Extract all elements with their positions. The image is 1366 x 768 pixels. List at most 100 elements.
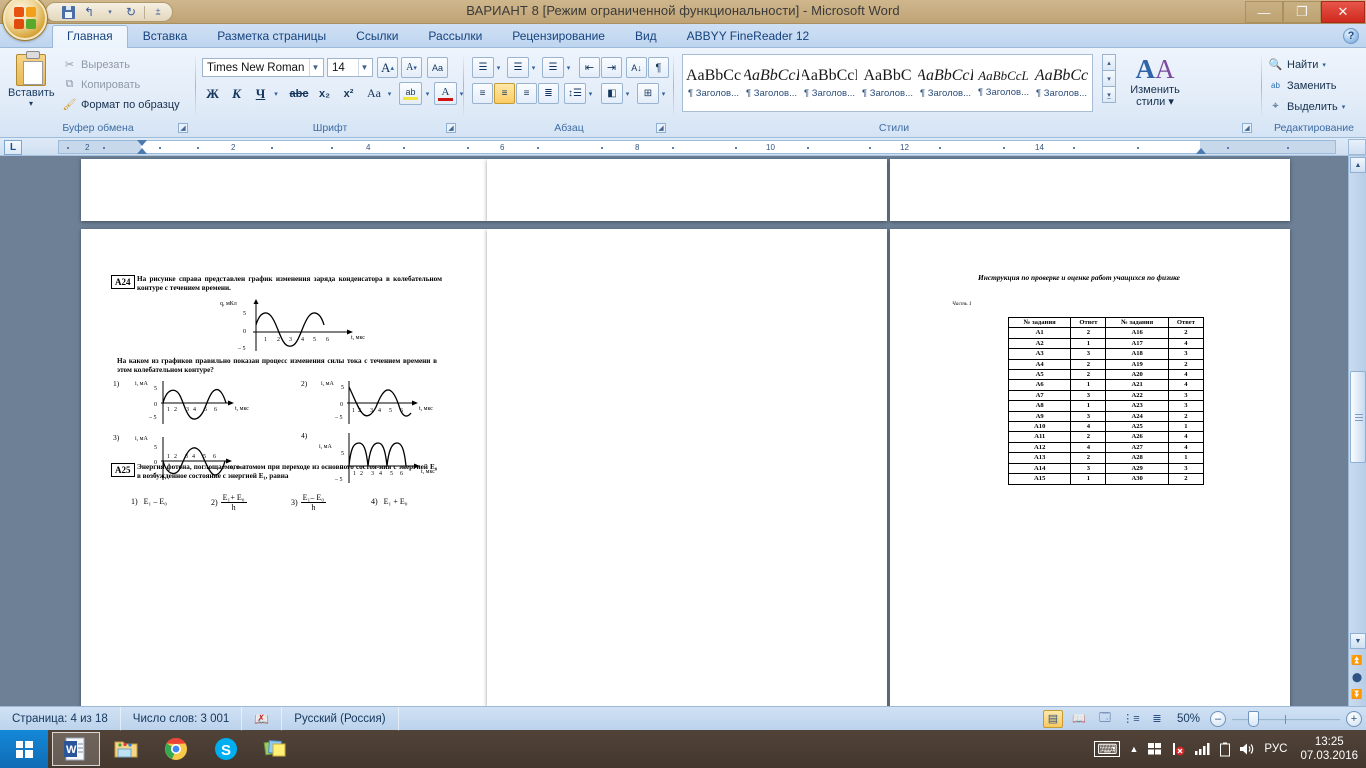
tab-mailings[interactable]: Рассылки (413, 25, 497, 48)
a24-option-2[interactable]: 2) i, мА t, мкс 5 0 – 5 12 3 4 5 6 (301, 379, 471, 431)
borders-button[interactable]: ⊞ (637, 83, 659, 104)
bold-button[interactable]: Ж (202, 83, 223, 104)
paste-button[interactable]: Вставить ▾ (8, 51, 55, 108)
bullets-button[interactable]: ☰ (472, 57, 494, 78)
font-dialog-launcher[interactable]: ◢ (446, 123, 456, 133)
replace-button[interactable]: ab Заменить (1268, 78, 1336, 93)
justify-button[interactable]: ≣ (538, 83, 559, 104)
tab-stop-selector[interactable]: L (4, 140, 22, 155)
numbering-button[interactable]: ☰ (507, 57, 529, 78)
find-button[interactable]: 🔍 Найти ▾ (1268, 57, 1326, 72)
show-formatting-marks-button[interactable]: ¶ (648, 57, 669, 78)
clock[interactable]: 13:25 07.03.2016 (1296, 735, 1358, 763)
chevron-down-icon[interactable]: ▼ (358, 59, 370, 76)
a25-option-4[interactable]: 4) E₁ + E₀ (371, 497, 408, 506)
underline-button[interactable]: Ч (250, 83, 271, 104)
proofing-status[interactable]: 📖 ✗ (242, 706, 283, 731)
view-web-layout[interactable]: 🗔 (1095, 710, 1115, 728)
text-highlight-button[interactable]: ab (399, 82, 422, 105)
style-item[interactable]: AaBbCcI ¶ Заголов... (743, 57, 800, 109)
line-spacing-dropdown[interactable]: ▾ (585, 83, 596, 104)
a24-option-1[interactable]: 1) i, мА t, мкс 5 0 – 5 12 3 4 5 6 (113, 379, 283, 431)
network-error-icon[interactable] (1171, 742, 1186, 756)
first-line-indent-marker[interactable] (137, 140, 147, 146)
bullets-dropdown[interactable]: ▾ (493, 57, 504, 78)
shading-button[interactable]: ◧ (601, 83, 623, 104)
shrink-font-button[interactable]: A ▾ (401, 57, 422, 78)
tab-view[interactable]: Вид (620, 25, 672, 48)
tab-abbyy-finereader[interactable]: ABBYY FineReader 12 (672, 25, 825, 48)
undo-icon[interactable]: ↰ (81, 4, 97, 20)
zoom-out-button[interactable]: – (1210, 710, 1226, 727)
redo-icon[interactable]: ↻ (123, 4, 139, 20)
tab-references[interactable]: Ссылки (341, 25, 413, 48)
view-outline[interactable]: ⋮≡ (1121, 710, 1141, 728)
grow-font-button[interactable]: A ▴ (377, 57, 398, 78)
document-page-right[interactable]: Инструкция по проверке и оценке работ уч… (890, 229, 1290, 706)
document-page-middle[interactable] (487, 229, 887, 706)
strikethrough-button[interactable]: abc (286, 83, 312, 104)
close-button[interactable]: ✕ (1321, 1, 1365, 23)
zoom-in-button[interactable]: + (1346, 710, 1362, 727)
align-right-button[interactable]: ≡ (516, 83, 537, 104)
cut-button[interactable]: ✂ Вырезать (62, 57, 130, 72)
zoom-slider[interactable] (1232, 710, 1340, 727)
taskbar-sticky-notes[interactable] (252, 732, 300, 766)
style-item[interactable]: AaBbCcL ¶ Заголов... (975, 57, 1032, 109)
line-spacing-button[interactable]: ↕☰ (564, 83, 586, 104)
select-dropdown-icon[interactable]: ▾ (1342, 103, 1346, 111)
horizontal-ruler[interactable]: 2 2 4 6 8 10 12 14 (58, 140, 1336, 154)
taskbar-chrome[interactable] (152, 732, 200, 766)
find-dropdown-icon[interactable]: ▾ (1322, 61, 1326, 69)
increase-indent-button[interactable]: ⇥ (601, 57, 622, 78)
keyboard-icon[interactable]: ⌨ (1094, 741, 1121, 757)
font-color-button[interactable]: A (434, 82, 457, 105)
clipboard-dialog-launcher[interactable]: ◢ (178, 123, 188, 133)
split-window-button[interactable] (1348, 139, 1366, 155)
view-draft[interactable]: ≣ (1147, 710, 1167, 728)
multilevel-list-button[interactable]: ☰ (542, 57, 564, 78)
paragraph-dialog-launcher[interactable]: ◢ (656, 123, 666, 133)
subscript-button[interactable]: x₂ (314, 83, 335, 104)
style-item[interactable]: AaBbCcI ¶ Заголов... (917, 57, 974, 109)
change-styles-button[interactable]: AA Изменить стили ▾ (1126, 54, 1184, 108)
styles-dialog-launcher[interactable]: ◢ (1242, 123, 1252, 133)
multilevel-dropdown[interactable]: ▾ (563, 57, 574, 78)
zoom-level-label[interactable]: 50% (1173, 713, 1204, 725)
underline-dropdown[interactable]: ▾ (270, 83, 282, 104)
numbering-dropdown[interactable]: ▾ (528, 57, 539, 78)
gallery-scroll-up[interactable]: ▴ (1102, 54, 1116, 71)
zoom-slider-handle[interactable] (1248, 710, 1259, 727)
style-item[interactable]: AaBbCс ¶ Заголов... (685, 57, 742, 109)
paste-dropdown-arrow[interactable]: ▾ (8, 99, 54, 108)
volume-icon[interactable] (1239, 742, 1255, 756)
font-family-combo[interactable]: Times New Roman ▼ (202, 58, 324, 77)
page-indicator[interactable]: Страница: 4 из 18 (0, 706, 121, 731)
view-full-screen-reading[interactable]: 📖 (1069, 710, 1089, 728)
borders-dropdown[interactable]: ▾ (658, 83, 669, 104)
a25-option-1[interactable]: 1) E₁ – E₀ (131, 497, 167, 506)
style-item[interactable]: AaBbCcI ¶ Заголов... (801, 57, 858, 109)
a25-option-3[interactable]: 3) E₁– E₀ h (291, 493, 327, 512)
right-indent-marker[interactable] (1196, 148, 1206, 154)
copy-button[interactable]: ⧉ Копировать (62, 77, 141, 92)
hanging-indent-marker[interactable] (137, 148, 147, 154)
tab-page-layout[interactable]: Разметка страницы (202, 25, 341, 48)
tab-insert[interactable]: Вставка (128, 25, 203, 48)
gallery-more[interactable]: ▾̲ (1102, 86, 1116, 103)
align-center-button[interactable]: ≡ (494, 83, 515, 104)
signal-icon[interactable] (1195, 742, 1211, 756)
italic-button[interactable]: К (226, 83, 247, 104)
show-hidden-icons-icon[interactable]: ▲ (1129, 744, 1138, 754)
a25-option-2[interactable]: 2) E₁+ E₀ h (211, 493, 247, 512)
language-indicator-tray[interactable]: РУС (1264, 743, 1287, 755)
chevron-down-icon[interactable]: ▼ (309, 59, 321, 76)
highlight-dropdown[interactable]: ▾ (422, 83, 433, 104)
taskbar-explorer[interactable] (102, 732, 150, 766)
format-painter-button[interactable]: 🖌 Формат по образцу (62, 97, 180, 112)
decrease-indent-button[interactable]: ⇤ (579, 57, 600, 78)
font-size-combo[interactable]: 14 ▼ (327, 58, 373, 77)
next-page-icon[interactable]: ⏬ (1349, 686, 1365, 702)
network-icon[interactable] (1147, 742, 1162, 756)
save-icon[interactable] (60, 4, 76, 20)
